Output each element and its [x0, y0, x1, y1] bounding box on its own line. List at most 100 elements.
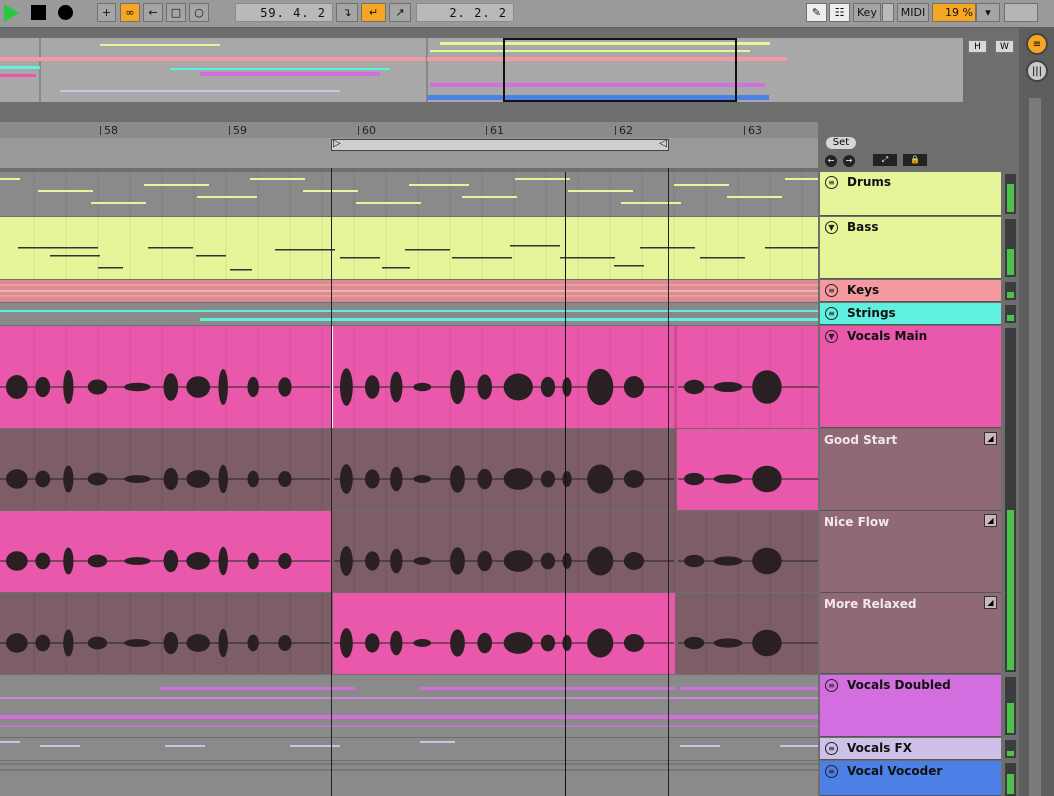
speaker-icon[interactable]: ◢ [984, 514, 997, 527]
expand-icon[interactable]: ⤢ [873, 154, 897, 166]
punch-out-icon[interactable]: ↗ [389, 3, 411, 22]
follow-icon[interactable]: ∞ [120, 3, 140, 22]
track-header-vocals-doubled[interactable]: ≡ Vocals Doubled [820, 675, 1001, 737]
track-fold-icon[interactable]: ≡ [825, 176, 838, 189]
track-header-bass[interactable]: ▼ Bass [820, 217, 1001, 279]
beat-time-ruler[interactable]: 58 59 60 61 62 63 [0, 122, 818, 138]
track-name: Drums [847, 175, 892, 189]
loop-brace[interactable]: ▷ ◁ [331, 138, 669, 151]
next-locator-icon[interactable]: → [843, 155, 855, 167]
w-button[interactable]: W [995, 40, 1014, 53]
take-header-more-relaxed[interactable]: More Relaxed ◢ [820, 593, 1001, 674]
vocal-vocoder-lane[interactable] [0, 761, 818, 796]
bar-number: 63 [744, 124, 762, 137]
bass-lane[interactable] [0, 217, 818, 279]
loop-end-arrow-icon[interactable]: ◁ [659, 138, 667, 149]
keyboard-icon[interactable]: ☷ [829, 3, 850, 22]
track-fold-icon[interactable]: ≡ [825, 742, 838, 755]
loop-start-arrow-icon[interactable]: ▷ [333, 138, 341, 149]
strings-lane[interactable] [0, 303, 818, 325]
capture-icon[interactable]: □ [166, 3, 186, 22]
loop-switch-icon[interactable]: ↵ [361, 3, 386, 22]
bar-number: 58 [100, 124, 118, 137]
track-name: Vocals FX [847, 741, 912, 755]
take-lane-good-start[interactable] [0, 429, 818, 510]
playhead-line [565, 172, 566, 796]
cpu-dropdown-icon[interactable]: ▾ [976, 3, 1000, 22]
overview-viewport-box[interactable] [503, 38, 737, 102]
bar-number: 59 [229, 124, 247, 137]
level-meter [1005, 174, 1016, 214]
speaker-icon[interactable]: ◢ [984, 596, 997, 609]
track-header-keys[interactable]: ≡ Keys [820, 280, 1001, 302]
key-map-button[interactable]: Key [853, 3, 881, 22]
punch-in-icon[interactable]: ↴ [336, 3, 358, 22]
track-fold-icon[interactable]: ▼ [825, 330, 838, 343]
key-indicator [882, 3, 894, 22]
mixer-icon[interactable]: ≡ [1026, 33, 1048, 55]
track-fold-icon[interactable]: ▼ [825, 221, 838, 234]
cpu-meter: 19 % [932, 3, 976, 22]
track-header-vocal-vocoder[interactable]: ≡ Vocal Vocoder [820, 761, 1001, 796]
record-icon[interactable] [58, 5, 73, 20]
play-icon[interactable] [4, 4, 19, 22]
loop-start-line [331, 168, 332, 796]
speaker-icon[interactable]: ◢ [984, 432, 997, 445]
track-name: Vocal Vocoder [847, 764, 943, 778]
io-icon[interactable]: ||| [1026, 60, 1048, 82]
track-header-vocals-main[interactable]: ▼ Vocals Main [820, 326, 1001, 428]
track-header-drums[interactable]: ≡ Drums [820, 172, 1001, 216]
vertical-scrollbar[interactable] [1029, 98, 1041, 796]
track-name: Keys [847, 283, 880, 297]
track-name: Bass [847, 220, 879, 234]
loop-end-line [668, 168, 669, 796]
overload-indicator [1004, 3, 1038, 22]
transport-toolbar: + ∞ ← □ ○ 59. 4. 2 ↴ ↵ ↗ 2. 2. 2 ✎ ☷ Key… [0, 0, 1054, 28]
right-strip: ≡ ||| [1019, 28, 1054, 796]
track-header-vocals-fx[interactable]: ≡ Vocals FX [820, 738, 1001, 760]
take-name: Nice Flow [824, 515, 890, 529]
track-name: Strings [847, 306, 896, 320]
take-lane-nice-flow[interactable] [0, 511, 818, 592]
set-locator-button[interactable]: Set [826, 137, 856, 149]
track-fold-icon[interactable]: ≡ [825, 307, 838, 320]
keys-lane[interactable] [0, 280, 818, 302]
position-field[interactable]: 59. 4. 2 [235, 3, 333, 22]
track-fold-icon[interactable]: ≡ [825, 765, 838, 778]
vocals-main-comp-lane[interactable] [0, 326, 818, 428]
level-meter [1005, 282, 1016, 300]
track-name: Vocals Main [847, 329, 928, 343]
lock-icon[interactable]: 🔒 [903, 154, 927, 166]
take-header-nice-flow[interactable]: Nice Flow ◢ [820, 511, 1001, 593]
arrangement-overview[interactable] [0, 38, 963, 102]
drums-lane[interactable] [0, 172, 818, 216]
vocals-fx-lane[interactable] [0, 738, 818, 760]
bar-number: 61 [486, 124, 504, 137]
vocals-doubled-lane[interactable] [0, 675, 818, 737]
bar-number: 60 [358, 124, 376, 137]
loop-circle-icon[interactable]: ○ [189, 3, 209, 22]
loop-length-field[interactable]: 2. 2. 2 [416, 3, 514, 22]
track-header-strings[interactable]: ≡ Strings [820, 303, 1001, 325]
track-name: Vocals Doubled [847, 678, 951, 692]
take-lane-more-relaxed[interactable] [0, 593, 818, 674]
stop-icon[interactable] [31, 5, 46, 20]
level-meter [1005, 677, 1016, 735]
take-name: Good Start [824, 433, 898, 447]
track-fold-icon[interactable]: ≡ [825, 679, 838, 692]
bar-number: 62 [615, 124, 633, 137]
add-icon[interactable]: + [97, 3, 116, 22]
level-meter [1005, 328, 1016, 672]
track-fold-icon[interactable]: ≡ [825, 284, 838, 297]
back-icon[interactable]: ← [143, 3, 163, 22]
level-meter [1005, 305, 1016, 323]
h-button[interactable]: H [968, 40, 987, 53]
level-meter [1005, 219, 1016, 277]
draw-mode-icon[interactable]: ✎ [806, 3, 827, 22]
prev-locator-icon[interactable]: ← [825, 155, 837, 167]
take-header-good-start[interactable]: Good Start ◢ [820, 429, 1001, 511]
midi-map-button[interactable]: MIDI [897, 3, 929, 22]
level-meter [1005, 740, 1016, 758]
level-meter [1005, 763, 1016, 796]
take-name: More Relaxed [824, 597, 917, 611]
